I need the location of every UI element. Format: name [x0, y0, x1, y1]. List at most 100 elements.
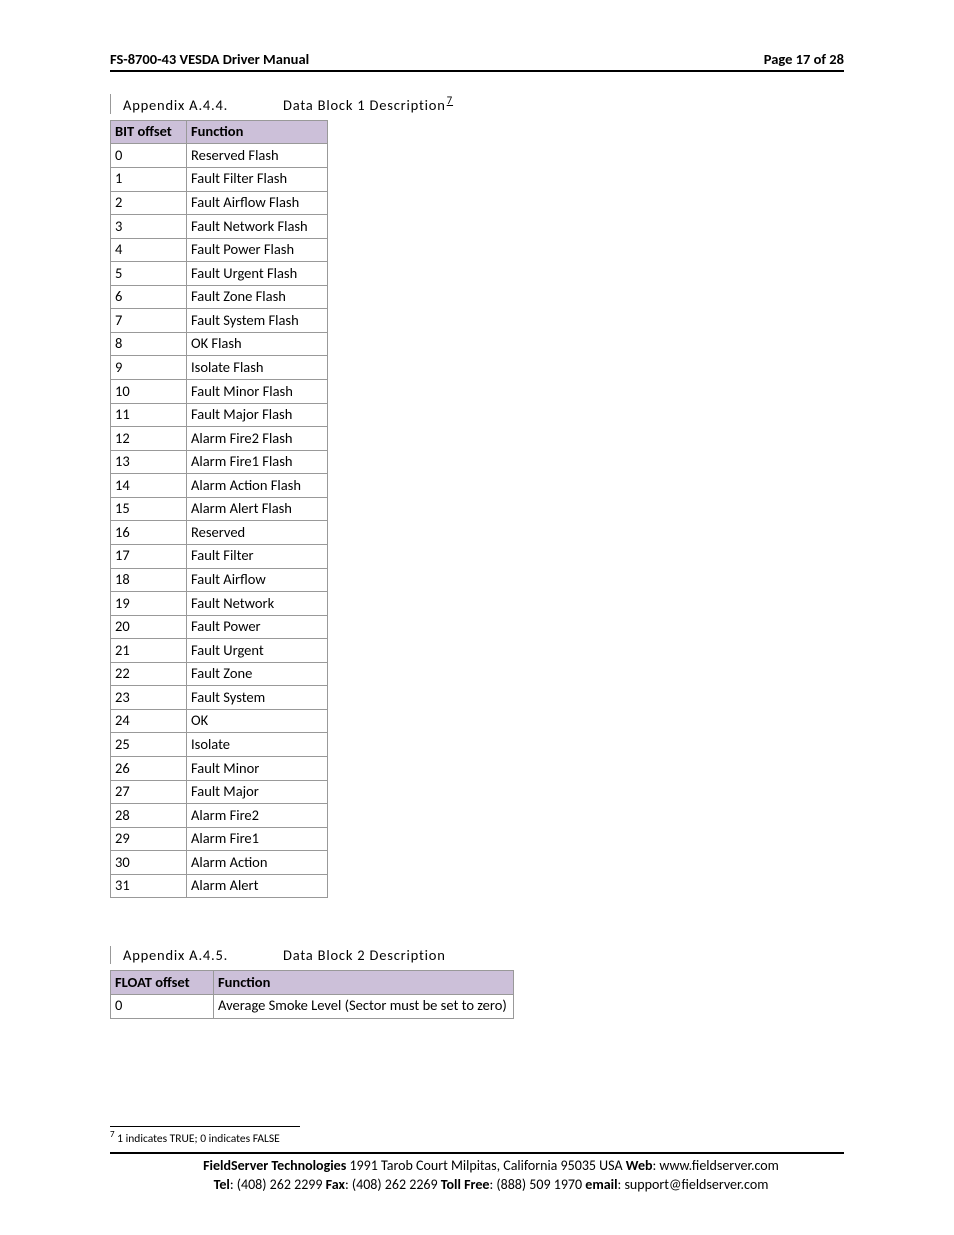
table-row: 29Alarm Fire1 [111, 827, 328, 851]
cell-function: Alarm Fire2 Flash [187, 427, 328, 451]
table-row: 15Alarm Alert Flash [111, 497, 328, 521]
page-number: Page 17 of 28 [764, 50, 844, 68]
table-row: 12Alarm Fire2 Flash [111, 427, 328, 451]
col-function: Function [187, 120, 328, 144]
col-function: Function [214, 971, 514, 995]
cell-offset: 7 [111, 309, 187, 333]
table-row: 26Fault Minor [111, 757, 328, 781]
cell-function: Fault Zone Flash [187, 285, 328, 309]
cell-offset: 0 [111, 994, 214, 1018]
cell-function: Alarm Action [187, 851, 328, 875]
cell-offset: 1 [111, 167, 187, 191]
data-block-2-table: FLOAT offset Function 0Average Smoke Lev… [110, 970, 514, 1018]
table-row: 9Isolate Flash [111, 356, 328, 380]
cell-offset: 9 [111, 356, 187, 380]
table-row: 2Fault Airflow Flash [111, 191, 328, 215]
cell-offset: 5 [111, 262, 187, 286]
cell-offset: 13 [111, 450, 187, 474]
cell-function: Fault Network [187, 592, 328, 616]
table-row: 23Fault System [111, 686, 328, 710]
table-row: 19Fault Network [111, 592, 328, 616]
table-row: 14Alarm Action Flash [111, 474, 328, 498]
table-row: 27Fault Major [111, 780, 328, 804]
cell-offset: 19 [111, 592, 187, 616]
cell-offset: 11 [111, 403, 187, 427]
table-row: 7Fault System Flash [111, 309, 328, 333]
cell-offset: 14 [111, 474, 187, 498]
table-row: 10Fault Minor Flash [111, 380, 328, 404]
table-row: 0Reserved Flash [111, 144, 328, 168]
document-page: FS-8700-43 VESDA Driver Manual Page 17 o… [0, 0, 954, 1235]
cell-function: Fault Power [187, 615, 328, 639]
cell-offset: 25 [111, 733, 187, 757]
footer-fax: : (408) 262 2269 [345, 1176, 441, 1193]
cell-offset: 16 [111, 521, 187, 545]
cell-offset: 0 [111, 144, 187, 168]
col-bit-offset: BIT offset [111, 120, 187, 144]
cell-offset: 15 [111, 497, 187, 521]
table-row: 4Fault Power Flash [111, 238, 328, 262]
footer-tel-label: Tel [214, 1176, 230, 1193]
footer-address: 1991 Tarob Court Milpitas, California 95… [346, 1157, 625, 1174]
cell-function: Fault Major [187, 780, 328, 804]
cell-function: Alarm Fire2 [187, 804, 328, 828]
cell-offset: 3 [111, 215, 187, 239]
data-block-1-table: BIT offset Function 0Reserved Flash1Faul… [110, 120, 328, 899]
table-row: 11Fault Major Flash [111, 403, 328, 427]
footer-web-label: Web [626, 1157, 653, 1174]
cell-function: Fault Urgent [187, 639, 328, 663]
footnote-text: 7 1 indicates TRUE; 0 indicates FALSE [110, 1129, 844, 1146]
cell-offset: 12 [111, 427, 187, 451]
footer-fax-label: Fax [326, 1176, 345, 1193]
table-row: 13Alarm Fire1 Flash [111, 450, 328, 474]
footer-email-label: email [585, 1176, 617, 1193]
appendix-title: Data Block 2 Description [283, 946, 446, 964]
cell-function: Fault Major Flash [187, 403, 328, 427]
cell-function: Fault Airflow Flash [187, 191, 328, 215]
appendix-title: Data Block 1 Description7 [283, 94, 453, 114]
cell-function: Average Smoke Level (Sector must be set … [214, 994, 514, 1018]
cell-function: Fault System [187, 686, 328, 710]
cell-function: Fault Minor [187, 757, 328, 781]
cell-offset: 31 [111, 874, 187, 898]
cell-function: Isolate Flash [187, 356, 328, 380]
footnote-ref: 7 [447, 94, 453, 107]
cell-offset: 4 [111, 238, 187, 262]
appendix-a44-heading: Appendix A.4.4. Data Block 1 Description… [110, 94, 844, 114]
table-row: 24OK [111, 709, 328, 733]
table-row: 20Fault Power [111, 615, 328, 639]
cell-function: Fault Power Flash [187, 238, 328, 262]
cell-function: OK [187, 709, 328, 733]
footer-web: : www.fieldserver.com [653, 1157, 779, 1174]
cell-offset: 24 [111, 709, 187, 733]
cell-offset: 17 [111, 544, 187, 568]
cell-function: Alarm Action Flash [187, 474, 328, 498]
cell-offset: 18 [111, 568, 187, 592]
cell-offset: 28 [111, 804, 187, 828]
footer-tel: : (408) 262 2299 [230, 1176, 326, 1193]
cell-function: Fault Filter [187, 544, 328, 568]
footer-email: : support@fieldserver.com [618, 1176, 769, 1193]
page-footer-area: 7 1 indicates TRUE; 0 indicates FALSE Fi… [110, 1126, 844, 1195]
company-footer: FieldServer Technologies 1991 Tarob Cour… [110, 1152, 844, 1195]
footer-tollfree: : (888) 509 1970 [489, 1176, 585, 1193]
cell-offset: 22 [111, 662, 187, 686]
cell-function: Alarm Alert [187, 874, 328, 898]
cell-function: Fault Urgent Flash [187, 262, 328, 286]
cell-function: Reserved [187, 521, 328, 545]
appendix-a45-heading: Appendix A.4.5. Data Block 2 Description [110, 946, 844, 964]
cell-function: Fault System Flash [187, 309, 328, 333]
cell-function: Fault Filter Flash [187, 167, 328, 191]
table-row: 6Fault Zone Flash [111, 285, 328, 309]
appendix-number: Appendix A.4.5. [123, 946, 283, 964]
cell-offset: 27 [111, 780, 187, 804]
cell-offset: 29 [111, 827, 187, 851]
table-row: 16Reserved [111, 521, 328, 545]
table-row: 25Isolate [111, 733, 328, 757]
table-row: 28Alarm Fire2 [111, 804, 328, 828]
cell-offset: 23 [111, 686, 187, 710]
cell-function: Fault Network Flash [187, 215, 328, 239]
table-row: 17Fault Filter [111, 544, 328, 568]
cell-offset: 26 [111, 757, 187, 781]
cell-function: Alarm Fire1 Flash [187, 450, 328, 474]
